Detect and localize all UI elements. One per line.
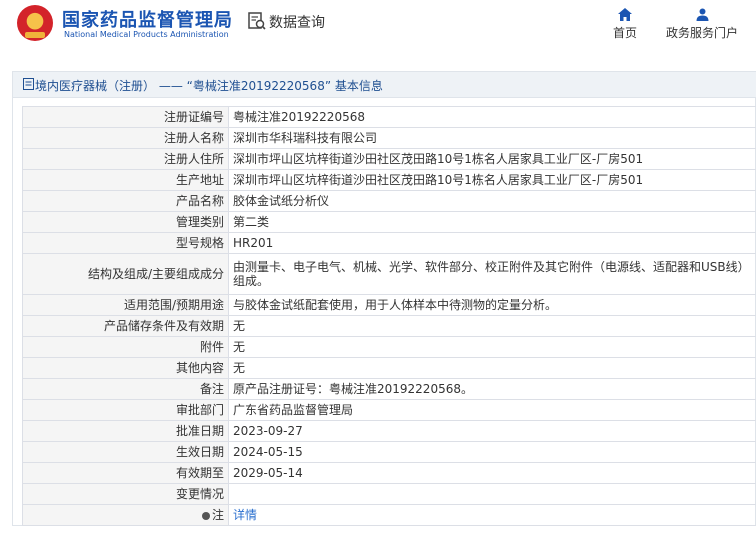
table-row: 结构及组成/主要组成成分 由测量卡、电子电气、机械、光学、软件部分、校正附件及其…: [22, 253, 756, 295]
data-query-label[interactable]: 数据查询: [269, 12, 325, 32]
detail-table: 注册证编号 粤械注准20192220568 注册人名称 深圳市华科瑞科技有限公司…: [22, 106, 756, 526]
row-label: 生效日期: [22, 441, 229, 463]
data-query-icon: [248, 12, 266, 30]
row-value: HR201: [228, 232, 756, 254]
row-label: 产品储存条件及有效期: [22, 315, 229, 337]
row-value: 原产品注册证号：粤械注准20192220568。: [228, 378, 756, 400]
row-label: 审批部门: [22, 399, 229, 421]
row-value: [228, 483, 756, 505]
site-header: 国家药品监督管理局 National Medical Products Admi…: [0, 0, 756, 62]
nav-gov-portal-label: 政务服务门户: [665, 26, 738, 40]
row-value: 由测量卡、电子电气、机械、光学、软件部分、校正附件及其它附件（电源线、适配器和U…: [228, 253, 756, 295]
table-row: 注册人住所 深圳市坪山区坑梓街道沙田社区茂田路10号1栋名人居家具工业厂区-厂房…: [22, 148, 756, 170]
nav-home[interactable]: 首页: [608, 8, 642, 41]
note-label: 注: [211, 508, 224, 522]
row-label: 批准日期: [22, 420, 229, 442]
table-row: 审批部门 广东省药品监督管理局: [22, 399, 756, 421]
row-label: 变更情况: [22, 483, 229, 505]
row-label: 生产地址: [22, 169, 229, 191]
nav-gov-portal[interactable]: 政务服务门户: [662, 8, 742, 41]
table-row: 有效期至 2029-05-14: [22, 462, 756, 484]
row-value: 第二类: [228, 211, 756, 233]
table-row: 注册人名称 深圳市华科瑞科技有限公司: [22, 127, 756, 149]
row-value: 深圳市华科瑞科技有限公司: [228, 127, 756, 149]
row-value: 2024-05-15: [228, 441, 756, 463]
national-emblem-logo: [17, 5, 53, 41]
row-value: 深圳市坪山区坑梓街道沙田社区茂田路10号1栋名人居家具工业厂区-厂房501: [228, 148, 756, 170]
row-value: 无: [228, 357, 756, 379]
row-value: 粤械注准20192220568: [228, 106, 756, 128]
row-value: 2029-05-14: [228, 462, 756, 484]
table-row: 注册证编号 粤械注准20192220568: [22, 106, 756, 128]
row-label: 其他内容: [22, 357, 229, 379]
row-label: 注册证编号: [22, 106, 229, 128]
table-row: 产品名称 胶体金试纸分析仪: [22, 190, 756, 212]
row-value: 无: [228, 336, 756, 358]
row-value: 深圳市坪山区坑梓街道沙田社区茂田路10号1栋名人居家具工业厂区-厂房501: [228, 169, 756, 191]
row-value: 与胶体金试纸配套使用，用于人体样本中待测物的定量分析。: [228, 294, 756, 316]
table-row: 其他内容 无: [22, 357, 756, 379]
row-value: 广东省药品监督管理局: [228, 399, 756, 421]
breadcrumb-text: 境内医疗器械（注册） —— “粤械注准20192220568” 基本信息: [35, 79, 383, 93]
row-label: 型号规格: [22, 232, 229, 254]
table-row: 型号规格 HR201: [22, 232, 756, 254]
document-icon: [23, 78, 34, 90]
row-value: 详情: [228, 504, 756, 526]
table-row: 备注 原产品注册证号：粤械注准20192220568。: [22, 378, 756, 400]
row-label: 附件: [22, 336, 229, 358]
user-icon: [696, 8, 708, 21]
row-value: 无: [228, 315, 756, 337]
detail-panel: 境内医疗器械（注册） —— “粤械注准20192220568” 基本信息 注册证…: [12, 71, 756, 526]
row-label: 适用范围/预期用途: [22, 294, 229, 316]
org-name-cn: 国家药品监督管理局: [62, 10, 233, 31]
table-row: 适用范围/预期用途 与胶体金试纸配套使用，用于人体样本中待测物的定量分析。: [22, 294, 756, 316]
details-link[interactable]: 详情: [233, 508, 257, 522]
table-row: 生效日期 2024-05-15: [22, 441, 756, 463]
row-label: 管理类别: [22, 211, 229, 233]
row-label: 备注: [22, 378, 229, 400]
table-row: 变更情况: [22, 483, 756, 505]
breadcrumb: 境内医疗器械（注册） —— “粤械注准20192220568” 基本信息: [13, 72, 756, 98]
table-row: 产品储存条件及有效期 无: [22, 315, 756, 337]
table-row: 批准日期 2023-09-27: [22, 420, 756, 442]
nav-home-label: 首页: [612, 26, 637, 40]
row-label-note: 注: [22, 504, 229, 526]
home-icon: [618, 8, 632, 21]
table-row: 附件 无: [22, 336, 756, 358]
row-label: 产品名称: [22, 190, 229, 212]
org-name-en: National Medical Products Administration: [64, 30, 229, 39]
table-row: 注 详情: [22, 504, 756, 526]
row-label: 注册人名称: [22, 127, 229, 149]
table-row: 生产地址 深圳市坪山区坑梓街道沙田社区茂田路10号1栋名人居家具工业厂区-厂房5…: [22, 169, 756, 191]
row-label: 有效期至: [22, 462, 229, 484]
row-label: 注册人住所: [22, 148, 229, 170]
row-value: 胶体金试纸分析仪: [228, 190, 756, 212]
row-value: 2023-09-27: [228, 420, 756, 442]
row-label: 结构及组成/主要组成成分: [22, 253, 229, 295]
table-row: 管理类别 第二类: [22, 211, 756, 233]
info-icon: [201, 511, 210, 520]
